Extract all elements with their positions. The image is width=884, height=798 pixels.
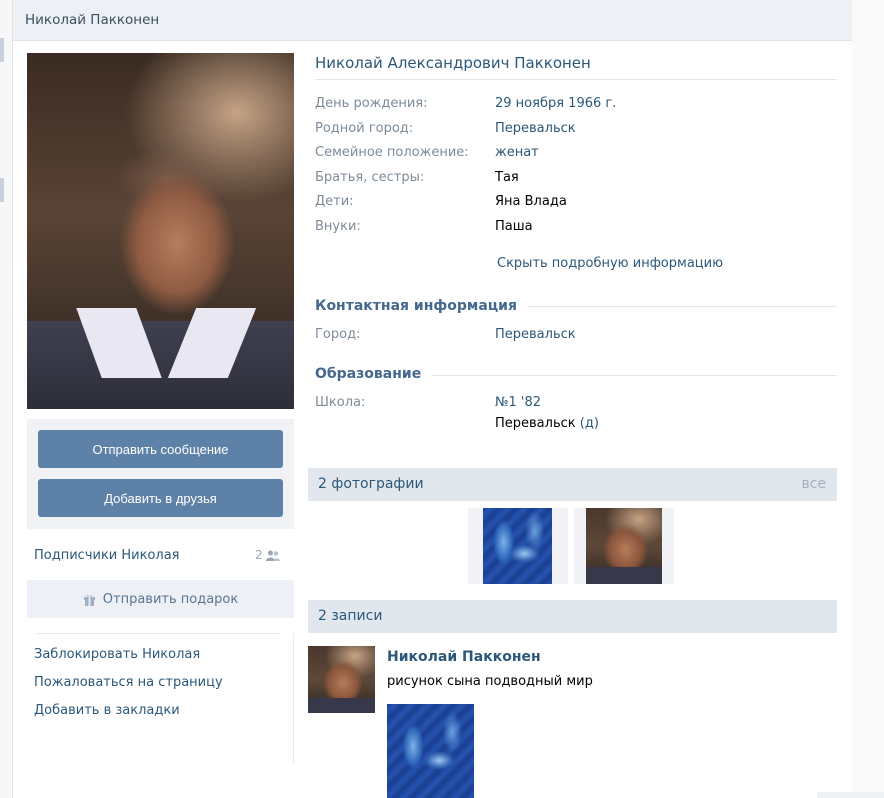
column-divider bbox=[293, 633, 294, 763]
portrait-shirt bbox=[586, 567, 662, 584]
school-city: Перевальск bbox=[495, 416, 576, 431]
profile-panel: Николай Пакконен Отправить сообщение Доб… bbox=[12, 0, 852, 798]
add-friend-button[interactable]: Добавить в друзья bbox=[38, 479, 283, 517]
photos-all-link[interactable]: все bbox=[801, 476, 826, 492]
action-buttons: Отправить сообщение Добавить в друзья bbox=[27, 419, 294, 529]
hometown-value[interactable]: Перевальск bbox=[495, 121, 576, 136]
name-divider bbox=[315, 79, 837, 80]
followers-link[interactable]: Подписчики Николая bbox=[34, 548, 180, 563]
gift-icon bbox=[83, 594, 95, 606]
send-message-button[interactable]: Отправить сообщение bbox=[38, 430, 283, 468]
page-title: Николай Пакконен bbox=[25, 12, 160, 28]
wall-bar[interactable]: 2 записи bbox=[308, 600, 837, 633]
siblings-value: Тая bbox=[495, 170, 519, 185]
marital-status-value[interactable]: женат bbox=[495, 145, 539, 160]
post-text: рисунок сына подводный мир bbox=[387, 674, 593, 689]
left-divider bbox=[36, 633, 281, 634]
education-section-heading: Образование bbox=[315, 366, 432, 382]
city-value[interactable]: Перевальск bbox=[495, 327, 576, 342]
grandchildren-value: Паша bbox=[495, 219, 533, 234]
left-edge-marker bbox=[0, 178, 4, 202]
photo-thumbnail[interactable] bbox=[574, 508, 674, 584]
send-gift-label: Отправить подарок bbox=[102, 591, 239, 607]
school-value[interactable]: №1 '82 bbox=[495, 395, 541, 410]
info-label: Внуки: bbox=[315, 219, 361, 234]
add-bookmark-link[interactable]: Добавить в закладки bbox=[34, 703, 180, 718]
wall-title: 2 записи bbox=[318, 608, 383, 624]
send-gift-button[interactable]: Отправить подарок bbox=[27, 580, 294, 618]
info-label: Братья, сестры: bbox=[315, 170, 425, 185]
corner-tab bbox=[817, 792, 884, 798]
avatar-shirt bbox=[308, 698, 375, 713]
children-value: Яна Влада bbox=[495, 194, 567, 209]
contact-section-heading: Контактная информация bbox=[315, 298, 527, 314]
photo-shirt bbox=[27, 321, 294, 409]
info-label: Семейное положение: bbox=[315, 145, 469, 160]
info-label: Родной город: bbox=[315, 121, 414, 136]
city-label: Город: bbox=[315, 327, 361, 342]
right-edge-strip bbox=[851, 0, 884, 798]
underwater-drawing-image bbox=[483, 508, 552, 584]
portrait-image bbox=[586, 508, 662, 584]
hide-details-link[interactable]: Скрыть подробную информацию bbox=[497, 256, 723, 271]
page-header: Николай Пакконен bbox=[13, 0, 852, 41]
photos-bar[interactable]: 2 фотографии все bbox=[308, 468, 837, 501]
info-label: Дети: bbox=[315, 194, 354, 209]
school-city-row: Перевальск (д) bbox=[495, 416, 599, 431]
school-type-link[interactable]: (д) bbox=[580, 416, 599, 431]
profile-full-name: Николай Александрович Пакконен bbox=[315, 54, 591, 72]
photos-title: 2 фотографии bbox=[318, 476, 424, 492]
post-author-avatar[interactable] bbox=[308, 646, 375, 713]
left-edge-strip bbox=[0, 0, 12, 798]
people-icon bbox=[265, 550, 280, 561]
left-edge-marker bbox=[0, 38, 4, 62]
followers-count-value: 2 bbox=[255, 548, 263, 562]
report-page-link[interactable]: Пожаловаться на страницу bbox=[34, 675, 223, 690]
profile-photo[interactable] bbox=[27, 53, 294, 409]
post-attached-image[interactable] bbox=[387, 704, 474, 798]
post-author-name[interactable]: Николай Пакконен bbox=[387, 649, 541, 665]
school-label: Школа: bbox=[315, 395, 366, 410]
photo-thumbnail[interactable] bbox=[468, 508, 568, 584]
info-label: День рождения: bbox=[315, 96, 428, 111]
followers-count[interactable]: 2 bbox=[255, 548, 280, 562]
birthday-value[interactable]: 29 ноября 1966 г. bbox=[495, 96, 616, 111]
block-user-link[interactable]: Заблокировать Николая bbox=[34, 647, 200, 662]
